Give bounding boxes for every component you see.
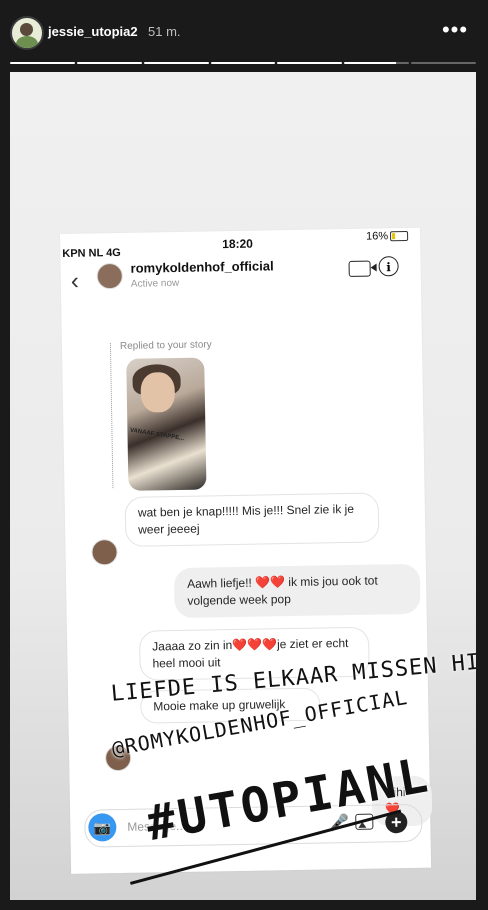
back-chevron-icon[interactable]: ‹ <box>71 268 87 296</box>
thumbnail-face <box>140 372 176 413</box>
progress-segment <box>143 62 209 64</box>
story-header: jessie_utopia2 51 m. ••• <box>0 0 488 64</box>
battery-indicator: 16% <box>365 230 409 243</box>
story-reply-thumbnail[interactable]: VANAAF STAPPE... <box>126 357 207 491</box>
story-timestamp: 51 m. <box>148 24 181 39</box>
story-username[interactable]: jessie_utopia2 <box>48 24 138 39</box>
message-bubble-sent[interactable]: Aawh liefje!! ❤️❤️ ik mis jou ook tot vo… <box>173 563 421 619</box>
sender-avatar <box>91 539 118 566</box>
progress-segment <box>210 62 276 64</box>
progress-segment <box>411 62 477 64</box>
chat-header: ‹ romykoldenhof_official Active now i <box>60 256 421 302</box>
active-status: Active now <box>130 277 180 290</box>
progress-segment <box>76 62 142 64</box>
camera-icon[interactable]: 📷 <box>88 813 117 842</box>
story-progress-bar <box>10 62 477 64</box>
battery-icon <box>390 231 409 242</box>
progress-segment <box>277 62 343 64</box>
thumbnail-caption: VANAAF STAPPE... <box>129 427 185 443</box>
battery-percent: 16% <box>365 230 389 243</box>
chat-username[interactable]: romykoldenhof_official <box>130 258 273 275</box>
clock-label: 18:20 <box>222 236 254 252</box>
progress-segment-current <box>344 62 410 64</box>
reply-divider <box>109 343 114 489</box>
message-bubble-received[interactable]: wat ben je knap!!!!! Mis je!!! Snel zie … <box>124 492 380 547</box>
more-options-icon[interactable]: ••• <box>440 18 470 42</box>
progress-segment <box>10 62 75 64</box>
profile-avatar[interactable] <box>10 16 44 50</box>
info-icon[interactable]: i <box>378 256 399 277</box>
story-content[interactable]: KPN NL 4G 18:20 16% ‹ romykoldenhof_offi… <box>10 72 476 900</box>
carrier-label: KPN NL 4G <box>62 246 121 260</box>
chat-avatar[interactable] <box>96 262 123 290</box>
video-call-icon[interactable] <box>348 260 371 277</box>
replied-to-story-label: Replied to your story <box>119 339 212 352</box>
